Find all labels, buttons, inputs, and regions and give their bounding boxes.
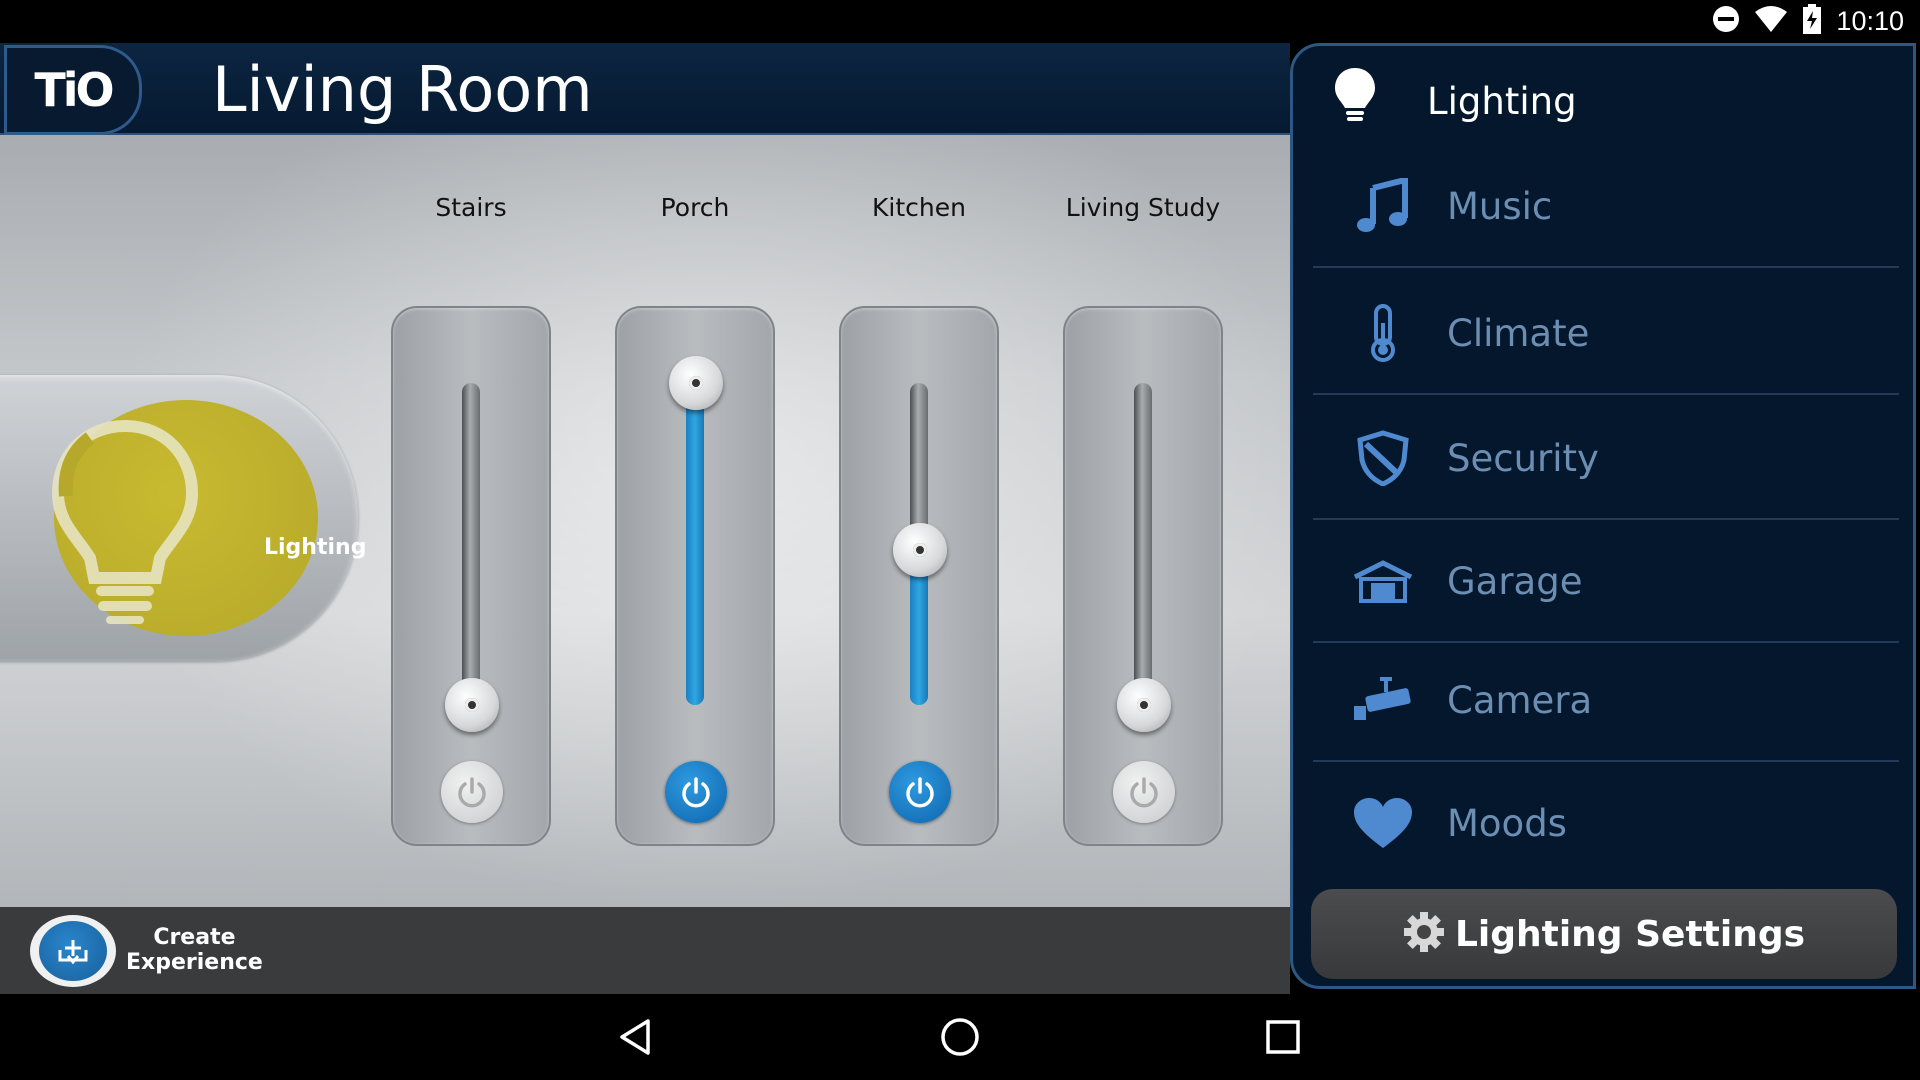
tio-logo[interactable]: TiO [4,45,142,135]
dimmer-slider-track[interactable] [1134,383,1152,705]
zone-label: Porch [660,193,730,222]
category-circle[interactable]: Lighting [51,400,366,636]
home-button[interactable] [935,1012,985,1062]
power-button[interactable] [1113,761,1175,823]
recents-button[interactable] [1258,1012,1308,1062]
category-label: Lighting [264,535,367,560]
menu-item-label: Moods [1447,801,1567,845]
lighting-settings-label: Lighting Settings [1454,913,1806,955]
home-icon [941,1018,979,1056]
battery-charging-icon [1802,4,1822,39]
thermometer-icon [1351,301,1415,365]
power-button[interactable] [889,761,951,823]
menu-item-moods[interactable]: Moods [1313,762,1899,884]
create-label-line2: Experience [126,950,263,975]
dimmer-slider-knob[interactable] [1117,678,1171,732]
room-header: TiO Living Room [0,43,1290,135]
create-experience-icon [58,940,88,965]
status-icons: 10:10 [1712,0,1904,43]
category-menu: Lighting Music Climate Security Garage C… [1290,43,1920,994]
power-button[interactable] [441,761,503,823]
power-icon [1130,777,1158,808]
back-icon [620,1019,650,1055]
dimmer-slider-knob[interactable] [893,523,947,578]
status-bar: 10:10 [0,0,1920,43]
menu-item-label: Climate [1447,311,1590,355]
dimmer-slider-fill [686,383,704,705]
zone-label: Living Study [1065,193,1221,222]
bottom-bar: Create Experience [0,907,1290,994]
lightbulb-icon [50,418,200,633]
back-button[interactable] [611,1012,661,1062]
lightbulb-icon [1333,66,1377,129]
lighting-settings-button[interactable]: Lighting Settings [1311,889,1897,979]
music-note-icon [1351,174,1415,238]
zone-label: Kitchen [872,193,966,222]
menu-item-label: Security [1447,436,1599,480]
menu-item-label: Music [1447,184,1553,228]
logo-text: TiO [34,63,114,117]
navigation-bar [0,994,1920,1080]
zone-label: Stairs [435,193,507,222]
power-button[interactable] [665,761,727,823]
power-icon [458,777,486,808]
create-experience-inner [39,921,107,981]
menu-header[interactable] [1333,62,1377,132]
create-experience-button[interactable] [30,915,116,987]
dimmer-slider-knob[interactable] [445,678,499,732]
menu-panel: Lighting Music Climate Security Garage C… [1290,43,1916,989]
dimmer-slider-track[interactable] [462,383,480,705]
zone-panel [839,306,999,846]
menu-item-music[interactable]: Music [1313,146,1899,268]
shield-icon [1351,426,1415,490]
do-not-disturb-icon [1712,5,1740,38]
menu-title[interactable]: Lighting [1427,80,1577,123]
zone-panel [1063,306,1223,846]
category-selector[interactable]: Lighting [0,375,366,661]
menu-item-label: Camera [1447,678,1593,722]
heart-icon [1351,791,1415,855]
garage-icon [1351,549,1415,613]
menu-item-climate[interactable]: Climate [1313,273,1899,395]
menu-item-camera[interactable]: Camera [1313,640,1899,762]
lighting-main-area: TiO Living Room Lighting Stairs Porch Ki… [0,43,1290,994]
power-icon [906,777,934,808]
create-label-line1: Create [153,925,236,950]
room-title: Living Room [212,53,593,126]
recents-icon [1266,1020,1300,1054]
gear-icon [1403,911,1445,958]
zone-panel [615,306,775,846]
dimmer-slider-track[interactable] [686,383,704,705]
menu-item-garage[interactable]: Garage [1313,521,1899,643]
dimmer-slider-knob[interactable] [669,356,723,410]
zone-panel [391,306,551,846]
menu-item-label: Garage [1447,559,1583,603]
status-time: 10:10 [1836,6,1904,36]
camera-icon [1351,668,1415,732]
create-experience-label[interactable]: Create Experience [126,925,263,975]
menu-item-security[interactable]: Security [1313,398,1899,520]
wifi-icon [1754,5,1788,38]
power-icon [682,777,710,808]
